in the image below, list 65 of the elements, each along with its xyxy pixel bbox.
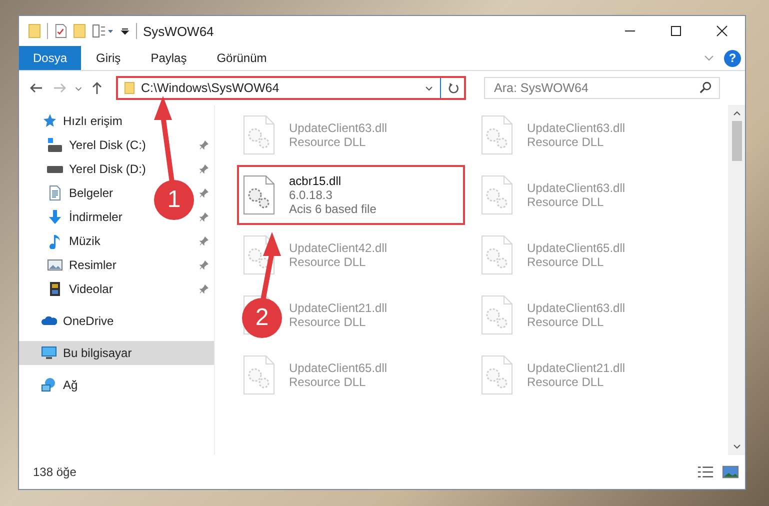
drive-icon bbox=[47, 137, 63, 153]
file-detail: Acis 6 based file bbox=[289, 202, 376, 216]
file-detail: Resource DLL bbox=[527, 135, 605, 149]
step-number: 1 bbox=[166, 186, 182, 214]
film-icon bbox=[47, 281, 63, 297]
checklist-icon[interactable] bbox=[54, 23, 67, 39]
up-arrow-icon[interactable] bbox=[90, 81, 104, 95]
sidebar-item[interactable]: Yerel Disk (C:) bbox=[69, 138, 146, 152]
scrollbar[interactable] bbox=[728, 105, 745, 455]
folder-icon bbox=[124, 81, 135, 95]
thumbnail-view-icon[interactable] bbox=[722, 465, 739, 479]
file-name[interactable]: acbr15.dll bbox=[289, 174, 376, 188]
sidebar-item[interactable]: İndirmeler bbox=[69, 210, 122, 224]
picture-icon bbox=[47, 257, 63, 273]
down-arrow-icon bbox=[47, 209, 63, 225]
file-detail: Resource DLL bbox=[527, 255, 605, 269]
sidebar-item[interactable]: Ağ bbox=[63, 378, 78, 392]
sidebar-item[interactable]: Hızlı erişim bbox=[63, 114, 122, 128]
sidebar-item[interactable]: OneDrive bbox=[63, 314, 114, 328]
gear-file-icon bbox=[243, 175, 275, 215]
monitor-icon bbox=[41, 345, 57, 361]
step-number: 2 bbox=[254, 304, 270, 332]
properties-icon[interactable] bbox=[92, 23, 114, 39]
sidebar-item[interactable]: Belgeler bbox=[69, 186, 114, 200]
address-path: C:\Windows\SysWOW64 bbox=[141, 81, 280, 95]
maximize-icon bbox=[670, 25, 682, 37]
sidebar-item[interactable]: Bu bilgisayar bbox=[63, 346, 132, 360]
file-detail: Resource DLL bbox=[289, 255, 367, 269]
gear-file-icon bbox=[481, 295, 513, 335]
file-detail: Resource DLL bbox=[527, 195, 605, 209]
sidebar-item[interactable]: Videolar bbox=[69, 282, 113, 296]
gear-file-icon bbox=[481, 115, 513, 155]
file-detail: Resource DLL bbox=[289, 375, 367, 389]
window-title: SysWOW64 bbox=[143, 24, 214, 38]
gear-file-icon bbox=[243, 115, 275, 155]
file-detail: Resource DLL bbox=[527, 315, 605, 329]
file-detail: 6.0.18.3 bbox=[289, 188, 334, 202]
customize-toolbar-icon[interactable] bbox=[120, 26, 130, 36]
ribbon-tab[interactable]: Görünüm bbox=[202, 46, 282, 70]
gear-file-icon bbox=[481, 175, 513, 215]
ribbon-tab[interactable]: Paylaş bbox=[136, 46, 202, 70]
document-icon bbox=[47, 185, 63, 201]
file-detail: Resource DLL bbox=[527, 375, 605, 389]
file-detail: Resource DLL bbox=[289, 135, 367, 149]
gear-file-icon bbox=[481, 235, 513, 275]
ribbon-tab[interactable]: Dosya bbox=[19, 46, 82, 70]
globe-icon bbox=[41, 377, 57, 393]
search-field[interactable]: Ara: SysWOW64 bbox=[484, 77, 720, 99]
close-icon bbox=[716, 25, 728, 37]
sidebar-item[interactable]: Yerel Disk (D:) bbox=[69, 162, 146, 176]
sidebar-item[interactable]: Müzik bbox=[69, 234, 100, 248]
gear-file-icon bbox=[243, 355, 275, 395]
item-count: 138 öğe bbox=[33, 465, 76, 479]
sidebar-item[interactable]: Resimler bbox=[69, 258, 116, 272]
star-icon bbox=[41, 113, 57, 129]
help-button[interactable]: ? bbox=[724, 50, 741, 66]
address-bar[interactable]: C:\Windows\SysWOW64 bbox=[116, 76, 466, 100]
search-icon bbox=[699, 81, 712, 94]
gear-file-icon bbox=[481, 355, 513, 395]
details-view-icon[interactable] bbox=[697, 465, 714, 479]
file-detail: Resource DLL bbox=[289, 315, 367, 329]
scrollbar-thumb[interactable] bbox=[732, 121, 742, 161]
back-arrow-icon[interactable] bbox=[29, 81, 43, 95]
refresh-icon[interactable] bbox=[447, 82, 460, 94]
ribbon-tab[interactable]: Giriş bbox=[81, 46, 136, 70]
